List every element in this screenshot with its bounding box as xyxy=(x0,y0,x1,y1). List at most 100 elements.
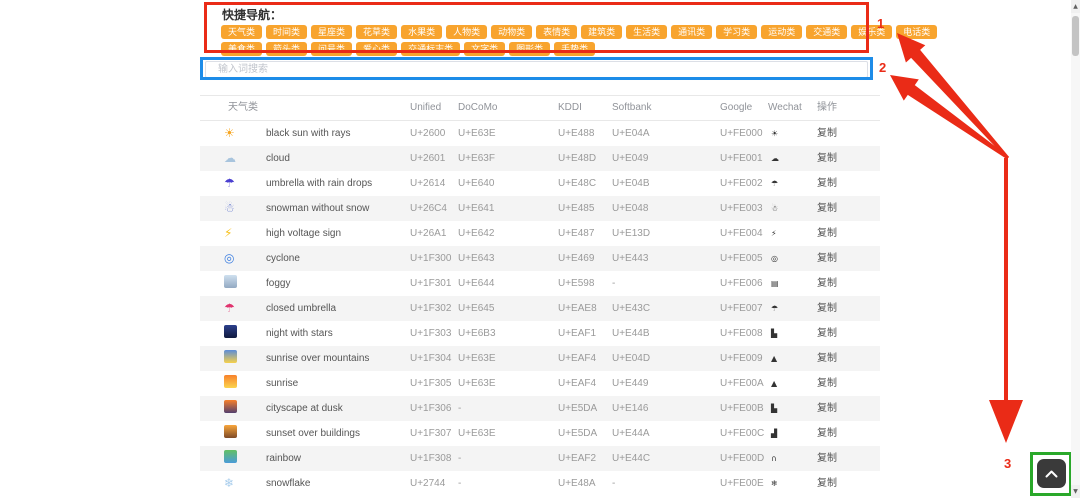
cell-softbank: U+E04D xyxy=(612,346,720,371)
emoji-icon xyxy=(224,350,237,363)
category-button[interactable]: 手势类 xyxy=(554,42,595,56)
category-button[interactable]: 通讯类 xyxy=(671,25,712,39)
cell-google: U+FE009 xyxy=(720,346,768,371)
cell-docomo: U+E6B3 xyxy=(458,321,558,346)
arrow-to-quick-nav xyxy=(897,33,1009,159)
annotation-number-2: 2 xyxy=(879,60,886,75)
cell-google: U+FE001 xyxy=(720,146,768,171)
emoji-icon: ☃ xyxy=(224,201,235,215)
emoji-icon xyxy=(224,375,237,388)
category-button[interactable]: 箭头类 xyxy=(266,42,307,56)
wechat-icon: ⚡ xyxy=(768,221,815,246)
category-button[interactable]: 人物类 xyxy=(446,25,487,39)
category-button[interactable]: 学习类 xyxy=(716,25,757,39)
table-row: ⚡high voltage signU+26A1U+E642U+E487U+E1… xyxy=(200,221,880,246)
scroll-down-button[interactable]: ▼ xyxy=(1071,485,1080,498)
category-button[interactable]: 花草类 xyxy=(356,25,397,39)
copy-button[interactable]: 复制 xyxy=(817,128,837,139)
category-button[interactable]: 动物类 xyxy=(491,25,532,39)
cell-name: snowman without snow xyxy=(262,196,410,221)
copy-button[interactable]: 复制 xyxy=(817,228,837,239)
emoji-icon: ☁ xyxy=(224,151,236,165)
cell-softbank: U+E443 xyxy=(612,246,720,271)
cell-unified: U+1F300 xyxy=(410,246,458,271)
copy-button[interactable]: 复制 xyxy=(817,428,837,439)
wechat-icon: ▙ xyxy=(768,321,815,346)
header-kddi: KDDI xyxy=(558,96,612,120)
scroll-up-button[interactable]: ▲ xyxy=(1071,0,1080,13)
cell-unified: U+1F308 xyxy=(410,446,458,471)
copy-button[interactable]: 复制 xyxy=(817,328,837,339)
cell-kddi: U+E598 xyxy=(558,271,612,296)
category-button[interactable]: 爱心类 xyxy=(356,42,397,56)
category-button[interactable]: 交通类 xyxy=(806,25,847,39)
cell-kddi: U+E48C xyxy=(558,171,612,196)
cell-kddi: U+E5DA xyxy=(558,421,612,446)
cell-google: U+FE00A xyxy=(720,371,768,396)
cell-google: U+FE008 xyxy=(720,321,768,346)
cell-kddi: U+E485 xyxy=(558,196,612,221)
copy-button[interactable]: 复制 xyxy=(817,453,837,464)
search-input[interactable] xyxy=(205,61,868,78)
cell-kddi: U+EAF1 xyxy=(558,321,612,346)
copy-button[interactable]: 复制 xyxy=(817,478,837,489)
table-header: 天气类 Unified DoCoMo KDDI Softbank Google … xyxy=(200,95,880,121)
copy-button[interactable]: 复制 xyxy=(817,153,837,164)
cell-google: U+FE007 xyxy=(720,296,768,321)
category-button[interactable]: 生活类 xyxy=(626,25,667,39)
category-button[interactable]: 水果类 xyxy=(401,25,442,39)
category-button[interactable]: 文字类 xyxy=(464,42,505,56)
cell-docomo: U+E643 xyxy=(458,246,558,271)
copy-button[interactable]: 复制 xyxy=(817,378,837,389)
copy-button[interactable]: 复制 xyxy=(817,203,837,214)
cell-name: sunrise xyxy=(262,371,410,396)
cell-docomo: U+E642 xyxy=(458,221,558,246)
copy-button[interactable]: 复制 xyxy=(817,278,837,289)
category-button[interactable]: 表情类 xyxy=(536,25,577,39)
table-row: ☃snowman without snowU+26C4U+E641U+E485U… xyxy=(200,196,880,221)
emoji-icon: ⚡ xyxy=(224,226,232,240)
cell-softbank: U+E04A xyxy=(612,121,720,146)
wechat-icon: ∩ xyxy=(768,446,815,471)
cell-softbank: U+E43C xyxy=(612,296,720,321)
category-button[interactable]: 娱乐类 xyxy=(851,25,892,39)
cell-softbank: U+E049 xyxy=(612,146,720,171)
cell-kddi: U+EAE8 xyxy=(558,296,612,321)
cell-softbank: U+E44A xyxy=(612,421,720,446)
cell-softbank: U+E04B xyxy=(612,171,720,196)
category-button[interactable]: 天气类 xyxy=(221,25,262,39)
arrow-to-search xyxy=(890,75,1009,159)
category-button[interactable]: 图形类 xyxy=(509,42,550,56)
category-button[interactable]: 星座类 xyxy=(311,25,352,39)
cell-unified: U+1F306 xyxy=(410,396,458,421)
cell-docomo: - xyxy=(458,396,558,421)
back-to-top-button[interactable] xyxy=(1037,459,1066,488)
copy-button[interactable]: 复制 xyxy=(817,303,837,314)
cell-docomo: U+E645 xyxy=(458,296,558,321)
category-button[interactable]: 交通标志类 xyxy=(401,42,460,56)
wechat-icon: ▟ xyxy=(768,421,815,446)
category-button[interactable]: 建筑类 xyxy=(581,25,622,39)
cell-name: sunset over buildings xyxy=(262,421,410,446)
cell-unified: U+2600 xyxy=(410,121,458,146)
cell-unified: U+1F301 xyxy=(410,271,458,296)
cell-docomo: U+E63F xyxy=(458,146,558,171)
copy-button[interactable]: 复制 xyxy=(817,403,837,414)
scrollbar-thumb[interactable] xyxy=(1072,16,1079,56)
category-button[interactable]: 运动类 xyxy=(761,25,802,39)
header-softbank: Softbank xyxy=(612,96,720,120)
cell-name: rainbow xyxy=(262,446,410,471)
copy-button[interactable]: 复制 xyxy=(817,353,837,364)
emoji-icon: ◎ xyxy=(224,251,234,265)
category-button[interactable]: 电话类 xyxy=(896,25,937,39)
cell-name: umbrella with rain drops xyxy=(262,171,410,196)
cell-docomo: U+E63E xyxy=(458,346,558,371)
category-button[interactable]: 问号类 xyxy=(311,42,352,56)
emoji-icon: ☂ xyxy=(224,301,235,315)
copy-button[interactable]: 复制 xyxy=(817,178,837,189)
emoji-icon xyxy=(224,400,237,413)
cell-docomo: U+E644 xyxy=(458,271,558,296)
category-button[interactable]: 美食类 xyxy=(221,42,262,56)
category-button[interactable]: 时间类 xyxy=(266,25,307,39)
copy-button[interactable]: 复制 xyxy=(817,253,837,264)
